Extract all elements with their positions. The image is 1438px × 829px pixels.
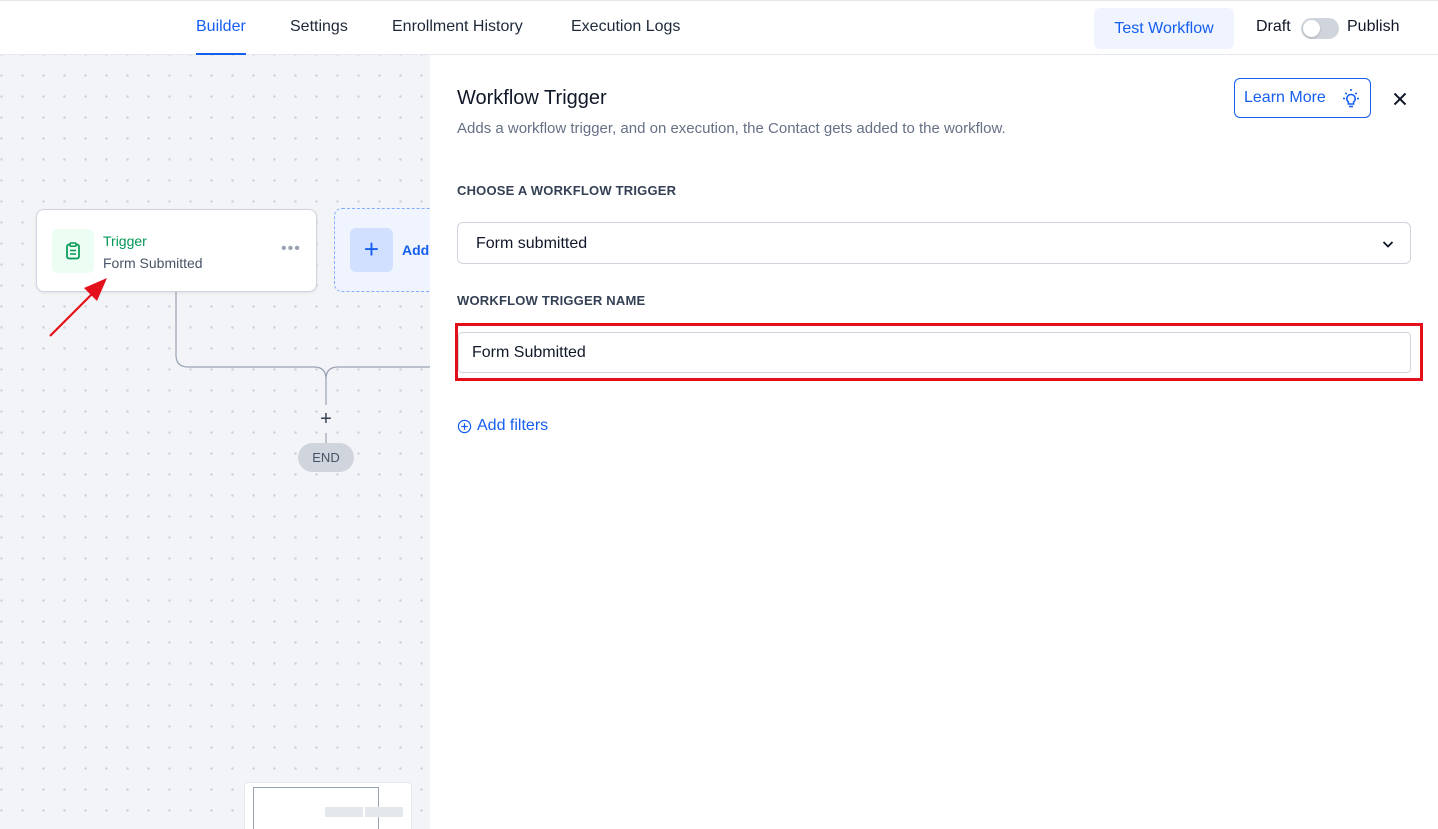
node-menu-icon[interactable]: ••• [281, 240, 301, 258]
tab-execution-logs[interactable]: Execution Logs [571, 1, 680, 55]
learn-more-label: Learn More [1244, 89, 1326, 106]
plus-circle-icon [457, 419, 472, 433]
learn-more-button[interactable]: Learn More [1234, 78, 1371, 118]
trigger-node-title: Trigger [103, 233, 147, 249]
chevron-down-icon [1382, 241, 1394, 248]
trigger-node-subtitle: Form Submitted [103, 255, 203, 271]
trigger-node[interactable]: Trigger Form Submitted ••• [36, 209, 317, 292]
trigger-name-input[interactable] [458, 332, 1411, 373]
connector-lines [175, 292, 430, 443]
trigger-type-value: Form submitted [476, 235, 588, 252]
choose-trigger-label: CHOOSE A WORKFLOW TRIGGER [457, 183, 677, 198]
panel-title: Workflow Trigger [457, 87, 607, 109]
publish-toggle[interactable] [1301, 18, 1339, 39]
close-icon[interactable] [1388, 87, 1412, 111]
add-action-button[interactable]: + [316, 409, 336, 430]
add-filters-label: Add filters [477, 417, 549, 434]
lightbulb-icon [1343, 89, 1359, 108]
clipboard-icon [52, 229, 94, 273]
workflow-canvas[interactable]: Trigger Form Submitted ••• + Add + END [0, 55, 430, 829]
end-node: END [298, 443, 354, 472]
minimap-node [325, 807, 363, 817]
add-trigger-node[interactable]: + Add [334, 208, 430, 292]
panel-subtitle: Adds a workflow trigger, and on executio… [457, 120, 1006, 137]
add-filters-link[interactable]: Add filters [457, 417, 548, 435]
publish-label: Publish [1347, 18, 1400, 35]
tab-enrollment-history[interactable]: Enrollment History [392, 1, 523, 55]
top-bar: Builder Settings Enrollment History Exec… [0, 0, 1438, 55]
minimap-node [365, 807, 403, 817]
tab-settings[interactable]: Settings [290, 1, 348, 55]
minimap[interactable] [244, 782, 412, 829]
trigger-name-label: WORKFLOW TRIGGER NAME [457, 293, 646, 308]
add-trigger-label: Add [402, 242, 430, 258]
trigger-type-select[interactable]: Form submitted [457, 222, 1411, 264]
trigger-settings-panel: Workflow Trigger Adds a workflow trigger… [430, 55, 1438, 829]
plus-icon: + [350, 228, 393, 272]
draft-label: Draft [1256, 18, 1291, 35]
test-workflow-button[interactable]: Test Workflow [1094, 8, 1234, 49]
tab-builder[interactable]: Builder [196, 1, 246, 55]
